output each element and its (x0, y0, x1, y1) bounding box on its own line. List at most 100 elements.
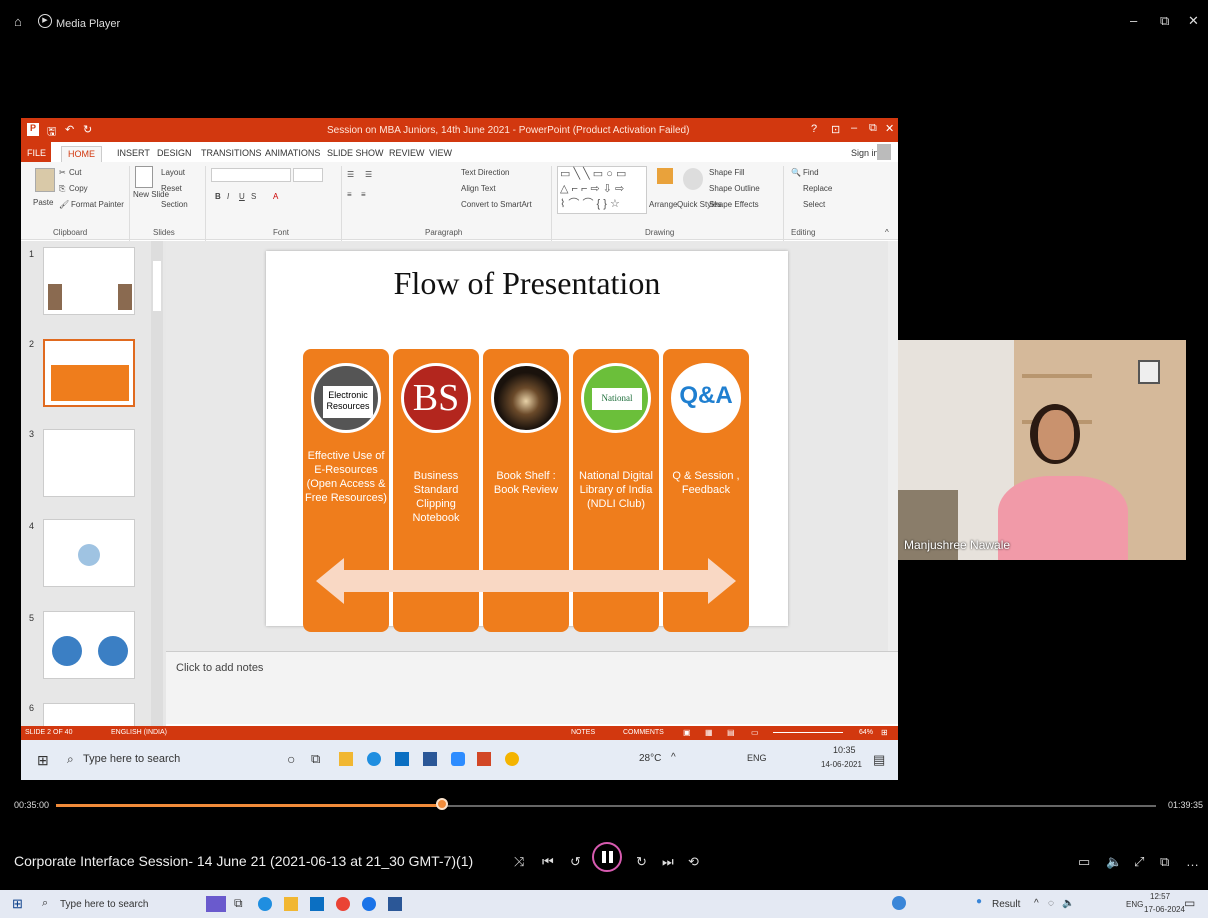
replace-button[interactable]: Replace (803, 184, 832, 193)
previous-icon[interactable]: ⏮ (542, 854, 554, 870)
scissors-icon[interactable]: ✂ (59, 168, 66, 177)
normal-view-icon[interactable]: ▣ (683, 728, 691, 737)
font-size-input[interactable] (293, 168, 323, 182)
tab-design[interactable]: DESIGN (157, 148, 192, 158)
mail-icon[interactable] (395, 752, 409, 766)
pause-button[interactable] (592, 842, 622, 872)
task-view-icon[interactable]: ⧉ (311, 751, 320, 767)
butterfly-app-icon[interactable] (206, 896, 226, 912)
undo-icon[interactable]: ↶ (65, 123, 74, 136)
reset-button[interactable]: Reset (161, 184, 182, 193)
windows-search-input[interactable]: Type here to search (60, 899, 148, 910)
tray-chevron-icon[interactable]: ^ (1034, 898, 1039, 909)
notes-button[interactable]: NOTES (571, 729, 595, 736)
copy-button[interactable]: Copy (69, 184, 88, 193)
volume-tray-icon[interactable]: 🔈 (1062, 898, 1074, 909)
windows-start-icon[interactable]: ⊞ (12, 896, 23, 912)
reading-view-icon[interactable]: ▤ (727, 728, 735, 737)
word-icon[interactable] (388, 897, 402, 911)
arrange-button[interactable]: Arrange (649, 200, 677, 209)
taskbar-search-input[interactable]: Type here to search (83, 753, 180, 765)
slide-thumbnail-3[interactable] (43, 429, 135, 497)
font-color-icon[interactable]: A (273, 192, 278, 201)
tray-lang[interactable]: ENG (747, 753, 767, 763)
skip-back-icon[interactable]: ↺ (570, 854, 581, 870)
align-center-icon[interactable]: ≡ (361, 190, 366, 199)
font-name-input[interactable] (211, 168, 291, 182)
edge-icon[interactable] (367, 752, 381, 766)
search-icon[interactable]: ⌕ (42, 897, 48, 910)
slide-thumbnail-1[interactable] (43, 247, 135, 315)
edge-icon[interactable] (258, 897, 272, 911)
result-label[interactable]: Result (992, 899, 1020, 910)
task-view-icon[interactable]: ⧉ (234, 896, 243, 911)
copy-icon[interactable]: ⎘ (59, 184, 65, 194)
paste-button[interactable]: Paste (33, 198, 53, 207)
slide-thumbnail-2[interactable] (43, 339, 135, 407)
tab-transitions[interactable]: TRANSITIONS (201, 148, 262, 158)
underline-icon[interactable]: U (239, 192, 245, 201)
minimize-icon[interactable]: – (1130, 13, 1137, 28)
fit-to-window-icon[interactable]: ⊞ (881, 728, 888, 737)
italic-icon[interactable]: I (227, 192, 229, 201)
slide-scrollbar[interactable] (888, 241, 898, 651)
convert-smartart-button[interactable]: Convert to SmartArt (461, 200, 532, 209)
ribbon-display-icon[interactable]: ⊡ (831, 123, 840, 136)
notification-icon[interactable]: ▭ (1184, 896, 1195, 910)
subtitles-icon[interactable]: ▭ (1078, 854, 1090, 870)
align-text-button[interactable]: Align Text (461, 184, 496, 193)
scroll-thumb[interactable] (153, 261, 161, 311)
slide-thumbnail-5[interactable] (43, 611, 135, 679)
bold-icon[interactable]: B (215, 192, 221, 201)
notes-pane[interactable]: Click to add notes (166, 651, 898, 724)
new-slide-icon[interactable] (135, 166, 153, 188)
home-icon[interactable]: ⌂ (14, 14, 28, 29)
seek-thumb[interactable] (436, 798, 448, 810)
slide-thumbnail-6[interactable] (43, 703, 135, 726)
weather-temp[interactable]: 28°C (639, 753, 661, 764)
bullets-icon[interactable]: ☰ (347, 170, 354, 179)
text-direction-button[interactable]: Text Direction (461, 168, 509, 177)
zoom-level[interactable]: 64% (859, 729, 873, 736)
notification-icon[interactable]: ▤ (873, 752, 885, 768)
paste-icon[interactable] (35, 168, 55, 192)
thumbnails-scrollbar[interactable] (151, 241, 163, 726)
tab-slide-show[interactable]: SLIDE SHOW (327, 148, 384, 158)
tab-home[interactable]: HOME (61, 146, 102, 162)
cortana-icon[interactable]: ○ (287, 751, 295, 767)
slideshow-icon[interactable]: ▭ (751, 728, 759, 737)
slide-canvas[interactable]: Flow of Presentation Electronic Resource… (266, 251, 788, 632)
shape-fill-button[interactable]: Shape Fill (709, 168, 745, 177)
miniplayer-icon[interactable]: ⧉ (1160, 854, 1169, 870)
redo-icon[interactable]: ↻ (83, 123, 92, 136)
align-left-icon[interactable]: ≡ (347, 190, 352, 199)
comments-button[interactable]: COMMENTS (623, 729, 664, 736)
section-button[interactable]: Section (161, 200, 188, 209)
skip-forward-icon[interactable]: ↻ (636, 854, 647, 870)
arrange-icon[interactable] (657, 168, 673, 184)
zoom-slider[interactable] (773, 732, 843, 733)
ppt-minimize-icon[interactable]: – (851, 122, 857, 134)
account-avatar[interactable] (877, 144, 891, 160)
fullscreen-icon[interactable]: ⤢ (1134, 854, 1144, 870)
search-icon[interactable]: ⌕ (67, 752, 74, 767)
help-tray-icon[interactable] (892, 896, 906, 910)
ppt-close-icon[interactable]: ✕ (885, 122, 894, 135)
collapse-ribbon-icon[interactable]: ^ (885, 228, 889, 237)
tab-review[interactable]: REVIEW (389, 148, 425, 158)
format-painter-button[interactable]: Format Painter (71, 200, 124, 209)
slide-thumbnail-4[interactable] (43, 519, 135, 587)
ppt-restore-icon[interactable]: ⧉ (869, 122, 877, 135)
volume-icon[interactable]: 🔈 (1106, 854, 1122, 870)
file-explorer-icon[interactable] (339, 752, 353, 766)
language-status[interactable]: ENGLISH (INDIA) (111, 729, 167, 736)
next-icon[interactable]: ⏭ (662, 854, 674, 870)
layout-button[interactable]: Layout (161, 168, 185, 177)
repeat-off-icon[interactable]: ⟲ (688, 854, 699, 870)
tray-chevron-icon[interactable]: ^ (671, 752, 676, 763)
media-app-icon[interactable] (362, 897, 376, 911)
wifi-icon[interactable]: ◌ (1048, 898, 1054, 909)
quick-styles-icon[interactable] (683, 168, 703, 190)
format-painter-icon[interactable]: 🖌 (59, 200, 69, 209)
more-options-icon[interactable]: … (1186, 854, 1199, 869)
